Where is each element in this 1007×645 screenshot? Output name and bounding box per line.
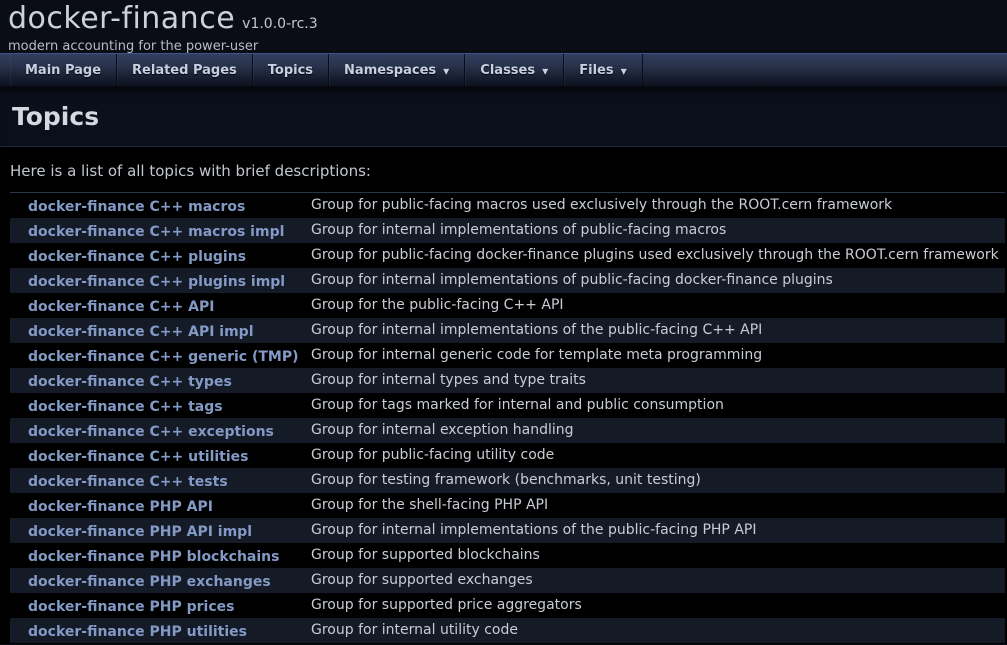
table-row: docker-finance C++ tags Group for tags m… — [10, 393, 1005, 418]
table-row: docker-finance C++ types Group for inter… — [10, 368, 1005, 393]
table-row: docker-finance C++ tests Group for testi… — [10, 468, 1005, 493]
topic-link[interactable]: docker-finance PHP blockchains — [28, 549, 279, 565]
topic-description: Group for the shell-facing PHP API — [311, 493, 1005, 518]
nav-tab-main-page[interactable]: Main Page — [10, 54, 117, 86]
table-row: docker-finance C++ exceptions Group for … — [10, 418, 1005, 443]
page-header: Topics — [0, 87, 1007, 147]
topic-link[interactable]: docker-finance PHP exchanges — [28, 574, 271, 590]
nav-tab-related-pages[interactable]: Related Pages — [117, 54, 253, 86]
topic-description: Group for testing framework (benchmarks,… — [311, 468, 1005, 493]
topic-link[interactable]: docker-finance C++ types — [28, 374, 232, 390]
topic-description: Group for internal implementations of th… — [311, 318, 1005, 343]
topic-link[interactable]: docker-finance C++ exceptions — [28, 424, 274, 440]
table-row: docker-finance PHP exchanges Group for s… — [10, 568, 1005, 593]
table-row: docker-finance PHP blockchains Group for… — [10, 543, 1005, 568]
topic-link[interactable]: docker-finance C++ macros — [28, 199, 245, 215]
table-row: docker-finance C++ macros Group for publ… — [10, 193, 1005, 218]
table-row: docker-finance C++ plugins Group for pub… — [10, 243, 1005, 268]
nav-tab-namespaces[interactable]: Namespaces ▼ — [329, 54, 465, 86]
table-row: docker-finance C++ macros impl Group for… — [10, 218, 1005, 243]
topic-description: Group for public-facing utility code — [311, 443, 1005, 468]
nav-tab-label: Related Pages — [132, 63, 237, 78]
topic-description: Group for tags marked for internal and p… — [311, 393, 1005, 418]
topic-link[interactable]: docker-finance C++ macros impl — [28, 224, 284, 240]
table-row: docker-finance C++ utilities Group for p… — [10, 443, 1005, 468]
title-area: docker-finance v1.0.0-rc.3 modern account… — [0, 0, 1007, 53]
topic-description: Group for supported blockchains — [311, 543, 1005, 568]
table-row: docker-finance C++ plugins impl Group fo… — [10, 268, 1005, 293]
topic-description: Group for public-facing macros used excl… — [311, 193, 1005, 218]
table-row: docker-finance PHP utilities Group for i… — [10, 618, 1005, 643]
project-name: docker-finance — [8, 1, 235, 36]
topic-description: Group for internal implementations of pu… — [311, 218, 1005, 243]
topic-link[interactable]: docker-finance PHP prices — [28, 599, 234, 615]
topic-description: Group for internal types and type traits — [311, 368, 1005, 393]
topic-link[interactable]: docker-finance C++ tests — [28, 474, 228, 490]
contents: Here is a list of all topics with brief … — [0, 147, 1007, 644]
topic-description: Group for internal utility code — [311, 618, 1005, 643]
table-row: docker-finance C++ generic (TMP) Group f… — [10, 343, 1005, 368]
topic-link[interactable]: docker-finance C++ utilities — [28, 449, 249, 465]
table-row: docker-finance C++ API Group for the pub… — [10, 293, 1005, 318]
nav-tab-label: Topics — [268, 63, 313, 78]
topic-link[interactable]: docker-finance PHP utilities — [28, 624, 247, 640]
nav-tab-label: Files — [579, 63, 613, 78]
topic-link[interactable]: docker-finance C++ API impl — [28, 324, 254, 340]
topic-description: Group for supported exchanges — [311, 568, 1005, 593]
nav-tab-label: Namespaces — [344, 63, 436, 78]
topic-description: Group for internal exception handling — [311, 418, 1005, 443]
topic-link[interactable]: docker-finance C++ generic (TMP) — [28, 349, 299, 365]
intro-text: Here is a list of all topics with brief … — [0, 147, 1007, 180]
topic-link[interactable]: docker-finance C++ tags — [28, 399, 223, 415]
topics-table: docker-finance C++ macros Group for publ… — [10, 192, 1005, 643]
topic-description: Group for supported price aggregators — [311, 593, 1005, 618]
nav-tab-label: Classes — [480, 63, 535, 78]
table-row: docker-finance C++ API impl Group for in… — [10, 318, 1005, 343]
project-brief: modern accounting for the power-user — [8, 39, 1007, 54]
project-version: v1.0.0-rc.3 — [242, 16, 317, 32]
topic-description: Group for internal generic code for temp… — [311, 343, 1005, 368]
table-row: docker-finance PHP API impl Group for in… — [10, 518, 1005, 543]
nav-tab-topics[interactable]: Topics — [253, 54, 329, 86]
page-title: Topics — [12, 102, 1007, 131]
nav-tab-files[interactable]: Files ▼ — [564, 54, 643, 86]
table-row: docker-finance PHP prices Group for supp… — [10, 593, 1005, 618]
topic-link[interactable]: docker-finance C++ plugins impl — [28, 274, 285, 290]
topic-link[interactable]: docker-finance PHP API impl — [28, 524, 252, 540]
chevron-down-icon: ▼ — [542, 67, 548, 76]
topic-description: Group for public-facing docker-finance p… — [311, 243, 1005, 268]
chevron-down-icon: ▼ — [621, 67, 627, 76]
main-nav: Main Page Related Pages Topics Namespace… — [0, 53, 1007, 87]
topic-link[interactable]: docker-finance PHP API — [28, 499, 213, 515]
nav-tab-label: Main Page — [25, 63, 101, 78]
table-row: docker-finance PHP API Group for the she… — [10, 493, 1005, 518]
topic-description: Group for internal implementations of th… — [311, 518, 1005, 543]
topic-link[interactable]: docker-finance C++ API — [28, 299, 214, 315]
topic-description: Group for internal implementations of pu… — [311, 268, 1005, 293]
nav-tab-classes[interactable]: Classes ▼ — [465, 54, 564, 86]
nav-tab-list: Main Page Related Pages Topics Namespace… — [10, 54, 1007, 86]
chevron-down-icon: ▼ — [443, 67, 449, 76]
topic-description: Group for the public-facing C++ API — [311, 293, 1005, 318]
topic-link[interactable]: docker-finance C++ plugins — [28, 249, 246, 265]
